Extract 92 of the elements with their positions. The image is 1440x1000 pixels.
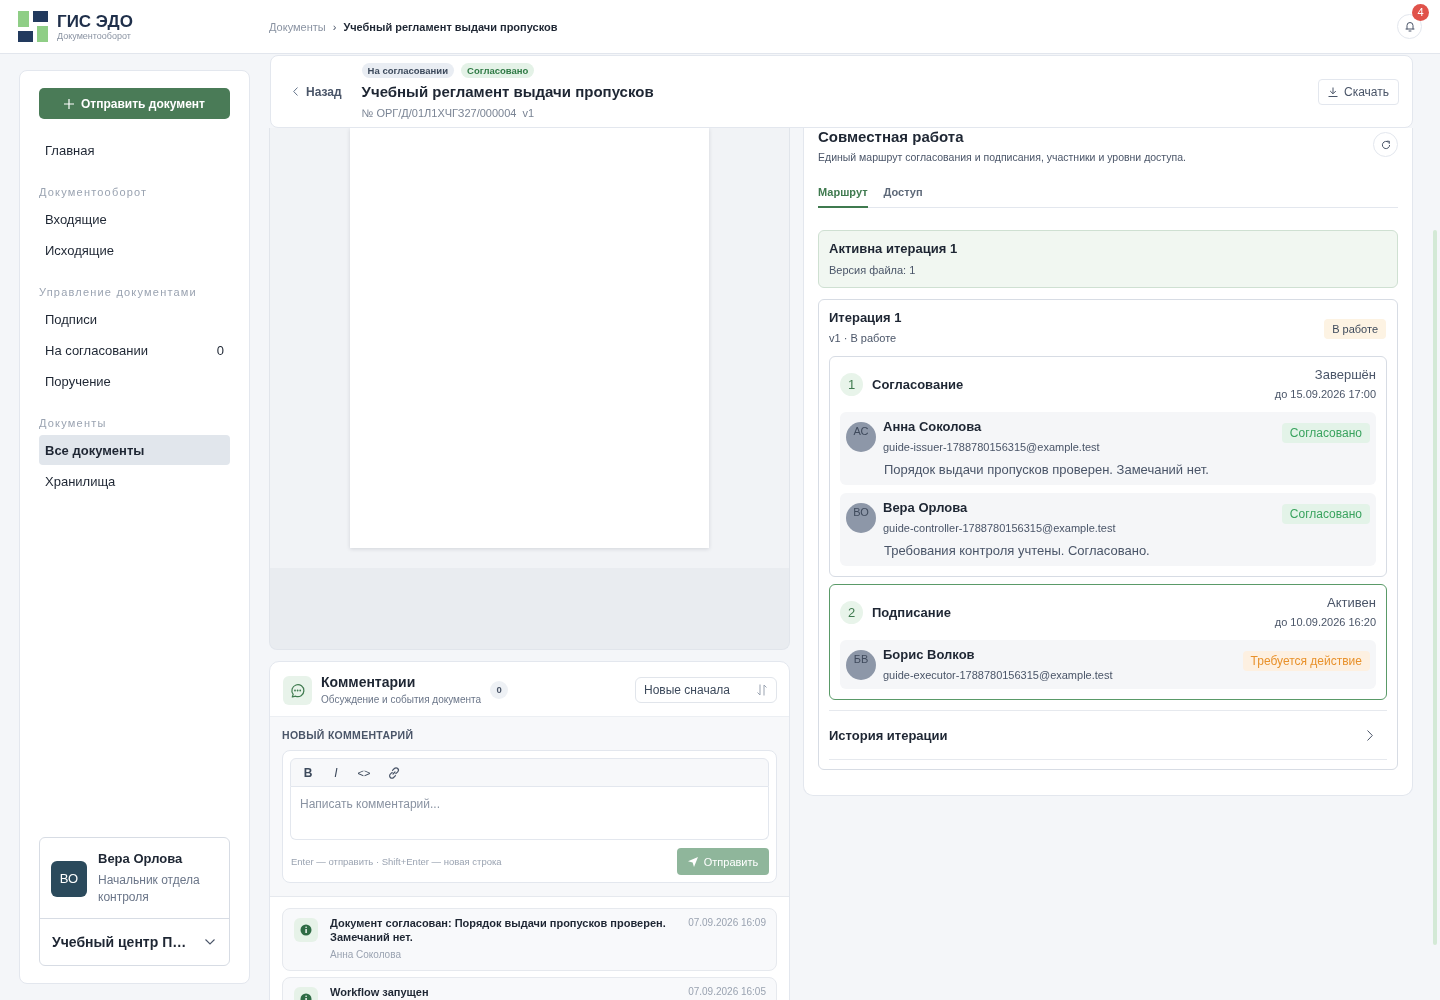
send-document-button[interactable]: Отправить документ (39, 88, 230, 119)
status-badge: На согласовании (361, 63, 454, 78)
participant-email: guide-executor-1788780156315@example.test (883, 668, 1113, 683)
iteration-meta: v1 · В работе (829, 331, 898, 346)
download-button[interactable]: Скачать (1318, 78, 1399, 105)
event-text: Workflow запущен (330, 985, 430, 999)
step-number: 1 (840, 372, 863, 396)
info-icon (294, 918, 318, 942)
nav-item[interactable]: Хранилища (39, 466, 230, 497)
document-number: № ОРГ/Д/01Л1ХЧГЗ27/000004 (361, 106, 517, 120)
user-avatar: ВО (51, 860, 87, 897)
stage-status: Активен (1327, 594, 1376, 612)
bold-button[interactable]: B (296, 761, 320, 784)
stage-title: Подписание (872, 604, 951, 620)
participant-status: Согласовано (1281, 504, 1370, 524)
back-button[interactable]: Назад (293, 84, 342, 99)
participant-name: Анна Соколова (883, 419, 983, 435)
user-role: Начальник отдела контроля (98, 872, 201, 906)
notification-badge: 4 (1412, 4, 1429, 21)
tab[interactable]: Доступ (883, 185, 923, 208)
participant-status: Согласовано (1281, 423, 1370, 443)
breadcrumb-current: Учебный регламент выдачи пропусков (343, 20, 558, 33)
iteration-history-link[interactable]: История итерации (829, 710, 1387, 760)
nav-item[interactable]: Главная (39, 135, 230, 166)
step-number: 2 (840, 600, 863, 624)
comment-count: 0 (490, 681, 509, 699)
organization-select[interactable]: Учебный центр П… (40, 918, 229, 965)
avatar: ВО (846, 503, 876, 533)
sort-select[interactable]: Новые сначала (635, 677, 777, 703)
nav-item[interactable]: На согласовании 0 (39, 335, 230, 366)
chevron-left-icon (293, 87, 298, 96)
tab[interactable]: Маршрут (818, 185, 868, 208)
participant-status: Требуется действие (1242, 651, 1370, 671)
bell-icon (1404, 21, 1415, 32)
nav-item[interactable]: Все документы (39, 435, 230, 465)
app-name: ГИС ЭДО (57, 11, 133, 31)
document-version: v1 (522, 106, 535, 120)
stage-deadline: до 15.09.2026 17:00 (1274, 387, 1376, 402)
link-icon (387, 765, 401, 780)
nav-item[interactable]: Поручение (39, 366, 230, 397)
status-badge: Согласовано (461, 63, 535, 78)
panel-title: Совместная работа (818, 128, 965, 146)
section-heading: НОВЫЙ КОММЕНТАРИЙ (282, 729, 415, 742)
event-text: Документ согласован: Порядок выдачи пропусков проверен. Замечаний нет. (330, 916, 667, 944)
stage-deadline: до 10.09.2026 16:20 (1274, 615, 1376, 630)
iteration-title: Итерация 1 (829, 309, 902, 327)
stage-status: Завершён (1314, 366, 1376, 384)
chevron-right-icon (1367, 729, 1373, 741)
italic-button[interactable]: I (324, 761, 348, 784)
nav-section-heading: Документооборот (39, 185, 149, 200)
document-title: Учебный регламент выдачи пропусков (361, 83, 654, 101)
comments-title: Комментарии (321, 674, 417, 691)
comments-subtitle: Обсуждение и события документа (321, 693, 482, 706)
avatar: АС (846, 422, 876, 452)
code-button[interactable]: <> (352, 761, 376, 784)
nav-section-heading: Управление документами (39, 285, 198, 300)
app-subtitle: Документооборот (57, 30, 132, 42)
panel-subtitle: Единый маршрут согласования и подписания, участники и уровни доступа. (818, 150, 1186, 164)
active-iteration-title: Активна итерация 1 (829, 240, 959, 258)
nav-item[interactable]: Входящие (39, 204, 230, 235)
participant-comment: Порядок выдачи пропусков проверен. Замечаний нет. (884, 462, 1210, 478)
download-icon (1328, 86, 1338, 97)
sort-icon (756, 684, 768, 696)
participant-name: Борис Волков (883, 647, 976, 663)
participant-name: Вера Орлова (883, 500, 969, 516)
plus-icon (64, 98, 74, 109)
user-name: Вера Орлова (98, 851, 184, 867)
logo-icon (18, 11, 48, 42)
nav-count: 0 (216, 343, 224, 358)
nav-item[interactable]: Подписи (39, 304, 230, 335)
scrollbar-thumb[interactable] (1433, 230, 1437, 945)
keyboard-hint: Enter — отправить · Shift+Enter — новая строка (291, 856, 502, 867)
event-author: Анна Соколова (330, 948, 402, 961)
chevron-down-icon (205, 939, 215, 945)
participant-comment: Требования контроля учтены. Согласовано. (884, 543, 1151, 559)
notifications-button[interactable] (1397, 14, 1422, 39)
iteration-status-badge: В работе (1324, 318, 1386, 339)
participant-email: guide-issuer-1788780156315@example.test (883, 440, 1100, 455)
stage-title: Согласование (872, 376, 964, 392)
event-time: 07.09.2026 16:09 (688, 916, 766, 930)
nav-section-heading: Документы (39, 416, 108, 431)
event-time: 07.09.2026 16:05 (688, 985, 766, 999)
chat-icon (283, 675, 312, 705)
file-version: Версия файла: 1 (829, 263, 917, 278)
nav-item[interactable]: Исходящие (39, 235, 230, 266)
participant-email: guide-controller-1788780156315@example.test (883, 521, 1116, 536)
send-icon (687, 856, 698, 867)
breadcrumb-separator: › (332, 20, 337, 33)
refresh-button[interactable] (1373, 132, 1398, 157)
refresh-icon (1380, 139, 1391, 150)
comment-input[interactable]: Написать комментарий... (290, 787, 769, 840)
avatar: БВ (846, 650, 876, 680)
